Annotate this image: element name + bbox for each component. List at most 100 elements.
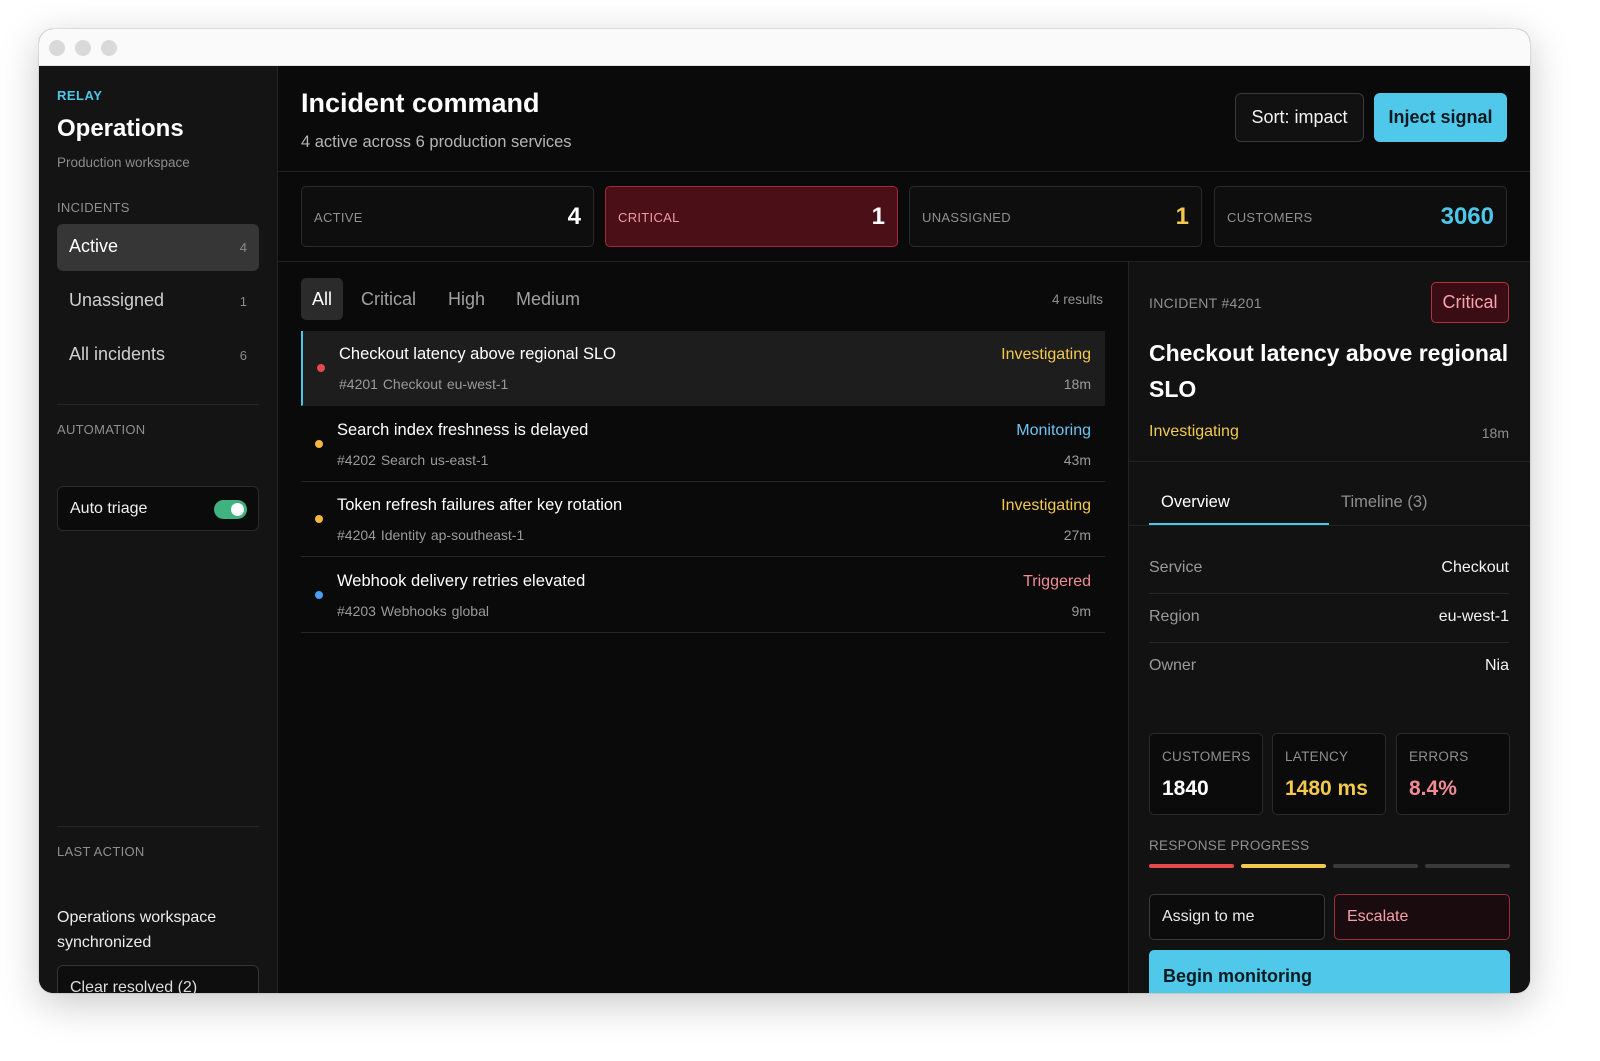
stat-value: 4 [567, 203, 581, 230]
stat-label: CUSTOMERS [1227, 210, 1313, 225]
incidents-section-label: INCIDENTS [57, 200, 130, 215]
workspace-subtitle: Production workspace [57, 155, 190, 170]
incident-meta: #4204 Identity ap-southeast-1 [337, 527, 525, 543]
auto-triage-row: Auto triage [57, 486, 259, 531]
progress-segment [1149, 864, 1234, 868]
field-owner: Owner Nia [1149, 643, 1509, 692]
incident-title: Token refresh failures after key rotatio… [337, 496, 623, 514]
window-titlebar [39, 29, 1530, 66]
minimize-window-dot[interactable] [75, 40, 91, 56]
stat-card-active: ACTIVE 4 [301, 186, 594, 247]
detail-status: Investigating [1149, 423, 1239, 440]
stat-label: UNASSIGNED [922, 210, 1011, 225]
severity-dot [315, 440, 323, 448]
incident-row[interactable]: Search index freshness is delayed #4202 … [301, 407, 1105, 482]
incident-row[interactable]: Webhook delivery retries elevated #4203 … [301, 558, 1105, 633]
severity-dot [315, 591, 323, 599]
nav-item-all-incidents[interactable]: All incidents 6 [57, 332, 259, 379]
detail-age: 18m [1481, 425, 1509, 441]
tab-overview[interactable]: Overview [1161, 493, 1230, 525]
filter-tab-critical[interactable]: Critical [361, 278, 416, 320]
progress-segment [1333, 864, 1418, 868]
field-region: Region eu-west-1 [1149, 594, 1509, 643]
field-key: Owner [1149, 657, 1197, 674]
brand-label: RELAY [57, 88, 103, 103]
incident-detail-panel: INCIDENT #4201 Critical Checkout latency… [1128, 262, 1530, 993]
incident-status: Investigating [1001, 497, 1091, 514]
severity-dot [317, 364, 325, 372]
progress-segment [1241, 864, 1326, 868]
sidebar: RELAY Operations Production workspace IN… [39, 66, 278, 993]
metric-label: LATENCY [1285, 749, 1349, 764]
nav-item-active[interactable]: Active 4 [57, 224, 259, 271]
severity-dot [315, 515, 323, 523]
field-service: Service Checkout [1149, 545, 1509, 594]
assign-to-me-button[interactable]: Assign to me [1149, 894, 1325, 940]
progress-segment [1425, 864, 1510, 868]
escalate-button[interactable]: Escalate [1334, 894, 1510, 940]
nav-item-count: 1 [239, 294, 247, 309]
auto-triage-label: Auto triage [70, 500, 148, 517]
incident-meta: #4203 Webhooks global [337, 603, 489, 619]
response-progress-label: RESPONSE PROGRESS [1149, 838, 1310, 853]
sort-button[interactable]: Sort: impact [1235, 93, 1364, 142]
toggle-knob [231, 503, 244, 516]
nav-item-label: Unassigned [69, 290, 165, 310]
detail-divider [1129, 461, 1530, 462]
metric-value: 8.4% [1409, 777, 1457, 800]
automation-section-label: AUTOMATION [57, 422, 146, 437]
field-key: Region [1149, 608, 1200, 625]
incident-meta: #4201 Checkout eu-west-1 [339, 376, 509, 392]
stat-card-customers: CUSTOMERS 3060 [1214, 186, 1507, 247]
metric-label: ERRORS [1409, 749, 1469, 764]
stat-card-critical: CRITICAL 1 [605, 186, 898, 247]
field-key: Service [1149, 559, 1203, 576]
metric-value: 1480 ms [1285, 777, 1368, 800]
incident-age: 27m [1063, 527, 1091, 543]
nav-item-unassigned[interactable]: Unassigned 1 [57, 278, 259, 325]
field-value: eu-west-1 [1438, 608, 1509, 625]
detail-title: Checkout latency above regional SLO [1149, 340, 1509, 402]
filter-tab-high[interactable]: High [448, 278, 485, 320]
incident-title: Webhook delivery retries elevated [337, 572, 586, 590]
inject-signal-button[interactable]: Inject signal [1374, 93, 1507, 142]
maximize-window-dot[interactable] [101, 40, 117, 56]
results-count: 4 results [1051, 292, 1103, 307]
stat-value: 3060 [1440, 203, 1494, 230]
filter-tab-all[interactable]: All [301, 278, 344, 320]
page-subtitle: 4 active across 6 production services [301, 133, 572, 151]
metric-latency: LATENCY 1480 ms [1272, 733, 1386, 815]
auto-triage-toggle[interactable] [214, 500, 247, 519]
stat-label: CRITICAL [618, 210, 680, 225]
incident-age: 18m [1063, 376, 1091, 392]
incident-meta: #4202 Search us-east-1 [337, 452, 489, 468]
detail-incident-id: INCIDENT #4201 [1149, 295, 1262, 311]
field-value: Nia [1484, 657, 1509, 674]
filter-tab-medium[interactable]: Medium [516, 278, 580, 320]
begin-monitoring-button[interactable]: Begin monitoring [1149, 950, 1510, 993]
metric-label: CUSTOMERS [1162, 749, 1251, 764]
sidebar-divider [57, 404, 259, 405]
tab-timeline[interactable]: Timeline (3) [1341, 493, 1428, 525]
stat-value: 1 [1175, 203, 1189, 230]
close-window-dot[interactable] [49, 40, 65, 56]
incident-row[interactable]: Checkout latency above regional SLO #420… [301, 331, 1105, 406]
incident-row[interactable]: Token refresh failures after key rotatio… [301, 482, 1105, 557]
tabs-divider [1129, 525, 1530, 526]
last-action-text: Operations workspace synchronized [57, 909, 217, 951]
incident-status: Investigating [1001, 346, 1091, 363]
incident-status: Triggered [1023, 573, 1091, 590]
clear-resolved-button[interactable]: Clear resolved (2) [57, 965, 259, 993]
incident-title: Search index freshness is delayed [337, 421, 589, 439]
incident-title: Checkout latency above regional SLO [339, 345, 617, 363]
nav-item-count: 4 [239, 240, 247, 255]
incident-status: Monitoring [1016, 422, 1091, 439]
metric-errors: ERRORS 8.4% [1396, 733, 1510, 815]
severity-badge: Critical [1431, 282, 1509, 323]
nav-item-label: All incidents [69, 344, 166, 364]
sidebar-divider [57, 826, 259, 827]
field-value: Checkout [1441, 559, 1509, 576]
incident-age: 9m [1071, 603, 1091, 619]
workspace-title: Operations [57, 115, 184, 142]
page-title: Incident command [301, 88, 540, 118]
